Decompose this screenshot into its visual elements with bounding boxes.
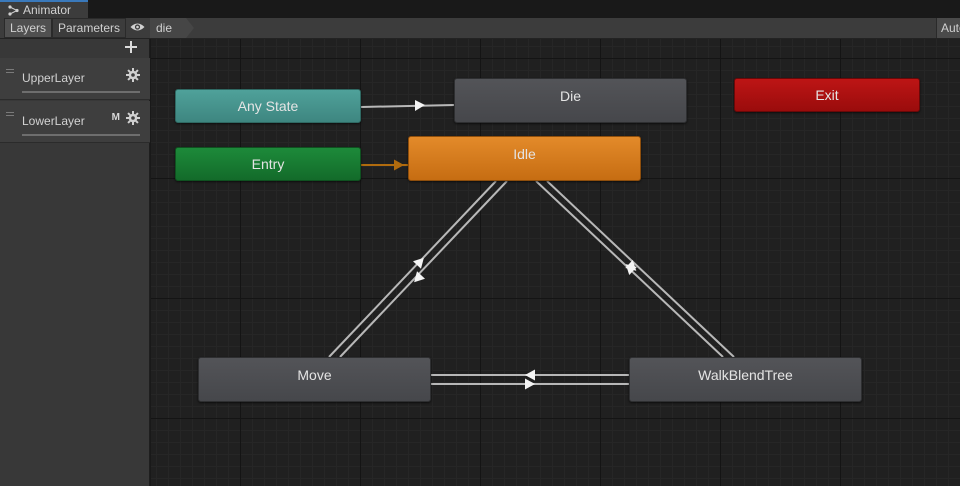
layer-name: LowerLayer [22, 114, 85, 128]
title-bar: Animator [0, 0, 960, 18]
transition-entry-to-idle[interactable] [361, 159, 408, 171]
state-any-state[interactable]: Any State [175, 89, 361, 123]
drag-handle-icon[interactable] [6, 112, 14, 116]
add-layer-button[interactable] [123, 40, 139, 56]
eye-icon [130, 21, 145, 35]
drag-handle-icon[interactable] [6, 69, 14, 73]
layer-row-lower[interactable]: LowerLayer M [0, 101, 150, 143]
mask-badge: M [111, 112, 120, 123]
eye-toggle-button[interactable] [126, 18, 148, 38]
state-exit[interactable]: Exit [734, 78, 920, 112]
state-move[interactable]: Move [198, 357, 431, 402]
layer-name: UpperLayer [22, 71, 85, 85]
animator-window-tab[interactable]: Animator [0, 0, 88, 18]
transition-idle-move[interactable] [328, 180, 508, 358]
state-die[interactable]: Die [454, 78, 687, 123]
plus-icon [124, 38, 138, 58]
layer-panel: UpperLayer LowerLayer M [0, 39, 150, 486]
layer-row-upper[interactable]: UpperLayer [0, 58, 150, 100]
layer-weight-bar [22, 91, 140, 93]
auto-live-link-button[interactable]: Auto [936, 18, 960, 38]
window-title: Animator [23, 3, 72, 17]
layer-weight-bar [22, 134, 140, 136]
layers-tab[interactable]: Layers [4, 18, 52, 38]
state-machine-graph[interactable]: Any State Entry Die Idle Exit Move WalkB… [151, 39, 960, 486]
gear-icon[interactable] [126, 68, 140, 82]
animator-toolbar: Layers Parameters die Auto [0, 18, 960, 39]
gear-icon[interactable] [126, 111, 140, 125]
animator-graph-icon [8, 4, 19, 16]
breadcrumb-arrow [186, 18, 194, 38]
breadcrumb-die[interactable]: die [150, 18, 186, 38]
state-idle[interactable]: Idle [408, 136, 641, 181]
transition-move-walkblendtree[interactable] [431, 369, 629, 390]
parameters-tab[interactable]: Parameters [52, 18, 126, 38]
transition-anystate-to-die[interactable] [360, 100, 455, 111]
state-walk-blend-tree[interactable]: WalkBlendTree [629, 357, 862, 402]
state-entry[interactable]: Entry [175, 147, 361, 181]
transition-idle-walkblendtree[interactable] [535, 180, 735, 358]
